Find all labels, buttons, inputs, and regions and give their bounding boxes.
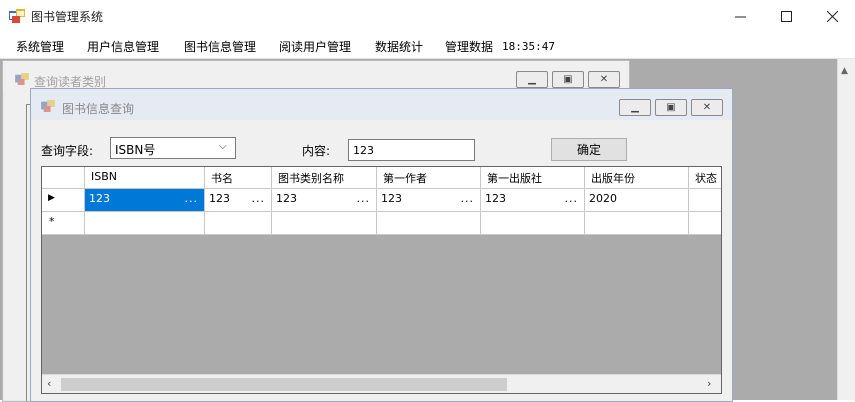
scroll-right-icon[interactable]: › bbox=[707, 377, 711, 390]
cell-ellipsis: ... bbox=[356, 192, 370, 205]
reader-close-button[interactable]: ✕ bbox=[588, 71, 620, 88]
grid-cell[interactable] bbox=[85, 212, 205, 235]
column-header[interactable]: ISBN bbox=[85, 167, 205, 189]
cell-ellipsis: ... bbox=[251, 192, 265, 205]
main-title-bar: 图书管理系统 bbox=[0, 0, 855, 32]
menu-system[interactable]: 系统管理 bbox=[16, 38, 64, 55]
menu-user-info[interactable]: 用户信息管理 bbox=[87, 38, 159, 55]
close-icon: ✕ bbox=[599, 74, 609, 85]
menu-statistics[interactable]: 数据统计 bbox=[375, 38, 423, 55]
cell-value: 123 bbox=[89, 192, 110, 205]
book-window-title: 图书信息查询 bbox=[62, 102, 135, 116]
book-data-grid[interactable]: ISBN 书名 图书类别名称 第一作者 第一出版社 出版年份 状态 ▶ 123.… bbox=[41, 166, 722, 394]
cell-value: 123 bbox=[276, 192, 297, 205]
grid-cell[interactable] bbox=[689, 212, 721, 235]
column-header[interactable]: 状态 bbox=[689, 167, 721, 189]
book-maximize-button[interactable]: ▣ bbox=[655, 99, 687, 116]
grid-cell[interactable]: 123... bbox=[85, 189, 205, 212]
maximize-button[interactable] bbox=[763, 0, 809, 32]
clock-label: 18:35:47 bbox=[502, 40, 555, 53]
menu-book-info[interactable]: 图书信息管理 bbox=[184, 38, 256, 55]
menu-admin-data[interactable]: 管理数据 bbox=[445, 38, 493, 55]
book-query-window[interactable]: 图书信息查询 ▁ ▣ ✕ 查询字段: ISBN号 ⌵ 内容: 确定 ISBN 书… bbox=[30, 88, 733, 402]
cell-value: 123 bbox=[381, 192, 402, 205]
book-minimize-button[interactable]: ▁ bbox=[619, 99, 651, 116]
cell-ellipsis: ... bbox=[184, 192, 198, 205]
app-form-icon bbox=[9, 9, 25, 23]
maximize-icon: ▣ bbox=[563, 74, 573, 85]
close-icon: ✕ bbox=[702, 102, 712, 113]
grid-corner-header[interactable] bbox=[42, 167, 85, 189]
chevron-down-icon: ⌵ bbox=[219, 141, 227, 152]
book-close-button[interactable]: ✕ bbox=[691, 99, 723, 116]
confirm-button[interactable]: 确定 bbox=[551, 138, 627, 161]
menu-reader-user[interactable]: 阅读用户管理 bbox=[279, 38, 351, 55]
minimize-button[interactable] bbox=[717, 0, 763, 32]
reader-window-title-bar: 查询读者类别 ▁ ▣ ✕ bbox=[3, 61, 629, 91]
cell-ellipsis: ... bbox=[564, 192, 578, 205]
maximize-icon: ▣ bbox=[666, 102, 676, 113]
cell-value: 123 bbox=[209, 192, 230, 205]
grid-horizontal-scrollbar[interactable]: ‹ › bbox=[42, 374, 721, 393]
new-row-icon: * bbox=[49, 215, 55, 228]
field-label: 查询字段: bbox=[41, 144, 94, 158]
field-select-value: ISBN号 bbox=[115, 143, 156, 157]
content-label: 内容: bbox=[302, 144, 331, 158]
reader-maximize-button[interactable]: ▣ bbox=[552, 71, 584, 88]
row-header[interactable]: ▶ bbox=[42, 189, 85, 212]
grid-cell[interactable]: 2020 bbox=[585, 189, 689, 212]
column-header[interactable]: 书名 bbox=[205, 167, 272, 189]
grid-cell[interactable] bbox=[585, 212, 689, 235]
cell-value: 2020 bbox=[589, 192, 617, 205]
scroll-left-icon[interactable]: ‹ bbox=[47, 377, 51, 390]
scroll-up-icon[interactable]: ▲ bbox=[841, 66, 848, 76]
mdi-vertical-scrollbar[interactable] bbox=[837, 59, 855, 400]
grid-cell[interactable] bbox=[205, 212, 272, 235]
close-icon bbox=[826, 10, 838, 22]
column-header[interactable]: 第一出版社 bbox=[481, 167, 585, 189]
book-window-title-bar: 图书信息查询 ▁ ▣ ✕ bbox=[31, 89, 732, 120]
app-title: 图书管理系统 bbox=[31, 10, 104, 24]
field-select[interactable]: ISBN号 ⌵ bbox=[110, 137, 236, 159]
scrollbar-thumb[interactable] bbox=[61, 378, 507, 391]
content-input[interactable] bbox=[348, 139, 475, 161]
row-header[interactable]: * bbox=[42, 212, 85, 235]
grid-cell[interactable] bbox=[481, 212, 585, 235]
grid-cell[interactable]: 123... bbox=[481, 189, 585, 212]
grid-cell[interactable]: 123... bbox=[272, 189, 377, 212]
form-icon bbox=[41, 100, 55, 112]
grid-cell[interactable] bbox=[689, 189, 721, 212]
minimize-icon: ▁ bbox=[528, 74, 536, 85]
grid-cell[interactable]: 123... bbox=[205, 189, 272, 212]
maximize-icon bbox=[780, 10, 792, 22]
column-header[interactable]: 第一作者 bbox=[377, 167, 481, 189]
column-header[interactable]: 图书类别名称 bbox=[272, 167, 377, 189]
minimize-icon: ▁ bbox=[631, 102, 639, 113]
minimize-icon bbox=[734, 16, 746, 17]
grid-cell[interactable] bbox=[377, 212, 481, 235]
current-row-icon: ▶ bbox=[48, 193, 55, 203]
cell-value: 123 bbox=[485, 192, 506, 205]
grid-cell[interactable]: 123... bbox=[377, 189, 481, 212]
close-button[interactable] bbox=[809, 0, 855, 32]
reader-minimize-button[interactable]: ▁ bbox=[516, 71, 548, 88]
cell-ellipsis: ... bbox=[460, 192, 474, 205]
menu-bar: 系统管理 用户信息管理 图书信息管理 阅读用户管理 数据统计 管理数据 18:3… bbox=[0, 32, 855, 59]
form-icon bbox=[15, 73, 29, 85]
grid-cell[interactable] bbox=[272, 212, 377, 235]
column-header[interactable]: 出版年份 bbox=[585, 167, 689, 189]
